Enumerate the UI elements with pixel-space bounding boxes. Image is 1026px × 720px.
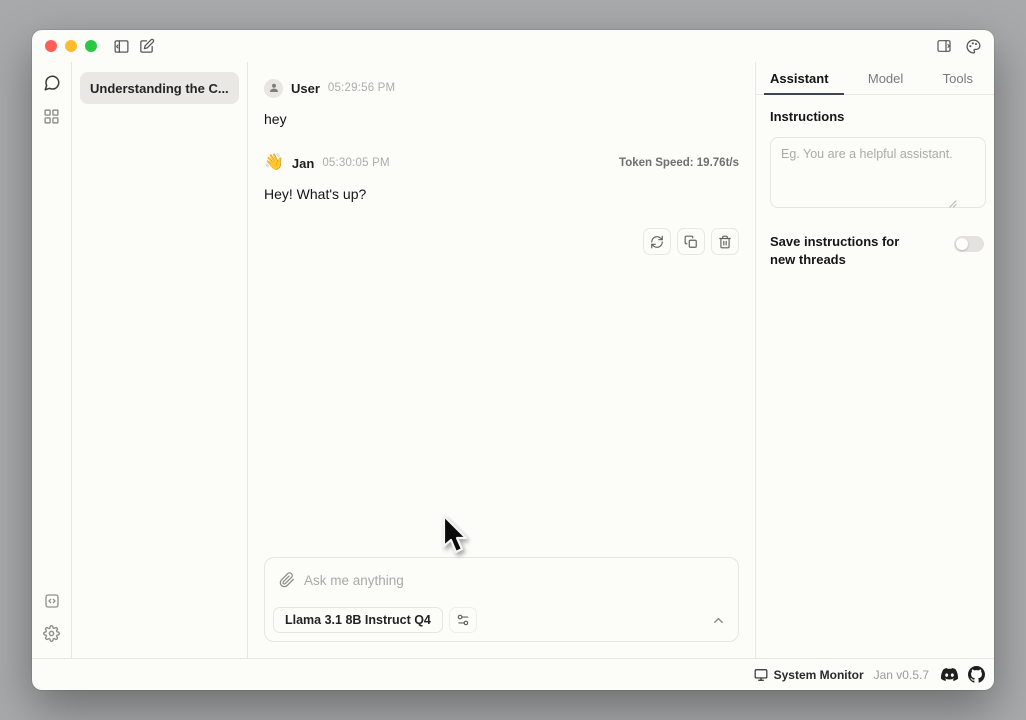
- user-message: User 05:29:56 PM hey: [264, 78, 739, 127]
- zoom-window-button[interactable]: [85, 40, 97, 52]
- assistant-settings-panel: Assistant Model Tools Instructions Save …: [755, 62, 994, 658]
- local-api-server-icon[interactable]: [44, 593, 60, 609]
- message-text: Hey! What's up?: [264, 186, 739, 202]
- chat-input-placeholder[interactable]: Ask me anything: [304, 573, 404, 588]
- thread-list-item[interactable]: Understanding the C...: [80, 72, 239, 104]
- save-instructions-toggle[interactable]: [954, 236, 984, 252]
- save-instructions-row: Save instructions for new threads: [770, 233, 984, 269]
- hub-nav-icon[interactable]: [43, 108, 60, 125]
- instructions-textarea[interactable]: [770, 137, 986, 208]
- chat-panel: User 05:29:56 PM hey 👋 Jan 05:30:05 PM T…: [248, 62, 755, 658]
- message-author: Jan: [292, 156, 314, 171]
- tab-assistant[interactable]: Assistant: [769, 62, 830, 94]
- theme-palette-icon[interactable]: [965, 38, 982, 55]
- user-avatar-icon: [264, 79, 283, 98]
- assistant-message: 👋 Jan 05:30:05 PM Token Speed: 19.76t/s …: [264, 153, 739, 255]
- message-text: hey: [264, 111, 739, 127]
- model-selector-button[interactable]: Llama 3.1 8B Instruct Q4: [273, 607, 443, 633]
- chat-input-area: Ask me anything Llama 3.1 8B Instruct Q4: [248, 557, 755, 658]
- instructions-label: Instructions: [770, 109, 984, 124]
- jan-wave-avatar-icon: 👋: [264, 155, 284, 171]
- left-icon-rail: [32, 62, 72, 658]
- delete-message-icon[interactable]: [711, 228, 739, 255]
- copy-icon[interactable]: [677, 228, 705, 255]
- model-settings-icon[interactable]: [449, 607, 477, 633]
- chevron-up-icon[interactable]: [711, 613, 726, 628]
- thread-list-sidebar: Understanding the C...: [72, 62, 248, 658]
- thread-title: Understanding the C...: [90, 81, 229, 96]
- message-actions: [264, 228, 739, 255]
- message-timestamp: 05:29:56 PM: [328, 82, 395, 94]
- tab-model[interactable]: Model: [867, 62, 904, 94]
- regenerate-icon[interactable]: [643, 228, 671, 255]
- window-controls: [45, 40, 97, 52]
- new-thread-icon[interactable]: [138, 38, 155, 55]
- settings-gear-icon[interactable]: [43, 625, 60, 642]
- monitor-icon: [754, 668, 768, 682]
- github-icon[interactable]: [968, 666, 985, 683]
- message-list: User 05:29:56 PM hey 👋 Jan 05:30:05 PM T…: [248, 62, 755, 557]
- jan-app-window: Understanding the C... User 05:29:56 PM …: [32, 30, 994, 690]
- system-monitor-button[interactable]: System Monitor: [754, 668, 864, 682]
- threads-nav-icon[interactable]: [43, 74, 61, 92]
- chat-input-box[interactable]: Ask me anything Llama 3.1 8B Instruct Q4: [264, 557, 739, 642]
- minimize-window-button[interactable]: [65, 40, 77, 52]
- app-version-label: Jan v0.5.7: [874, 668, 929, 682]
- right-panel-tabs: Assistant Model Tools: [756, 62, 994, 95]
- tab-tools[interactable]: Tools: [942, 62, 974, 94]
- toggle-right-panel-icon[interactable]: [936, 38, 952, 54]
- message-timestamp: 05:30:05 PM: [322, 157, 389, 169]
- toggle-left-panel-icon[interactable]: [113, 38, 130, 55]
- status-bar: System Monitor Jan v0.5.7: [32, 658, 994, 690]
- close-window-button[interactable]: [45, 40, 57, 52]
- attach-file-icon[interactable]: [279, 572, 295, 588]
- token-speed-label: Token Speed: 19.76t/s: [619, 157, 739, 169]
- discord-icon[interactable]: [941, 666, 958, 683]
- save-instructions-label: Save instructions for new threads: [770, 233, 928, 269]
- system-monitor-label: System Monitor: [774, 668, 864, 682]
- title-bar: [32, 30, 994, 62]
- message-author: User: [291, 81, 320, 96]
